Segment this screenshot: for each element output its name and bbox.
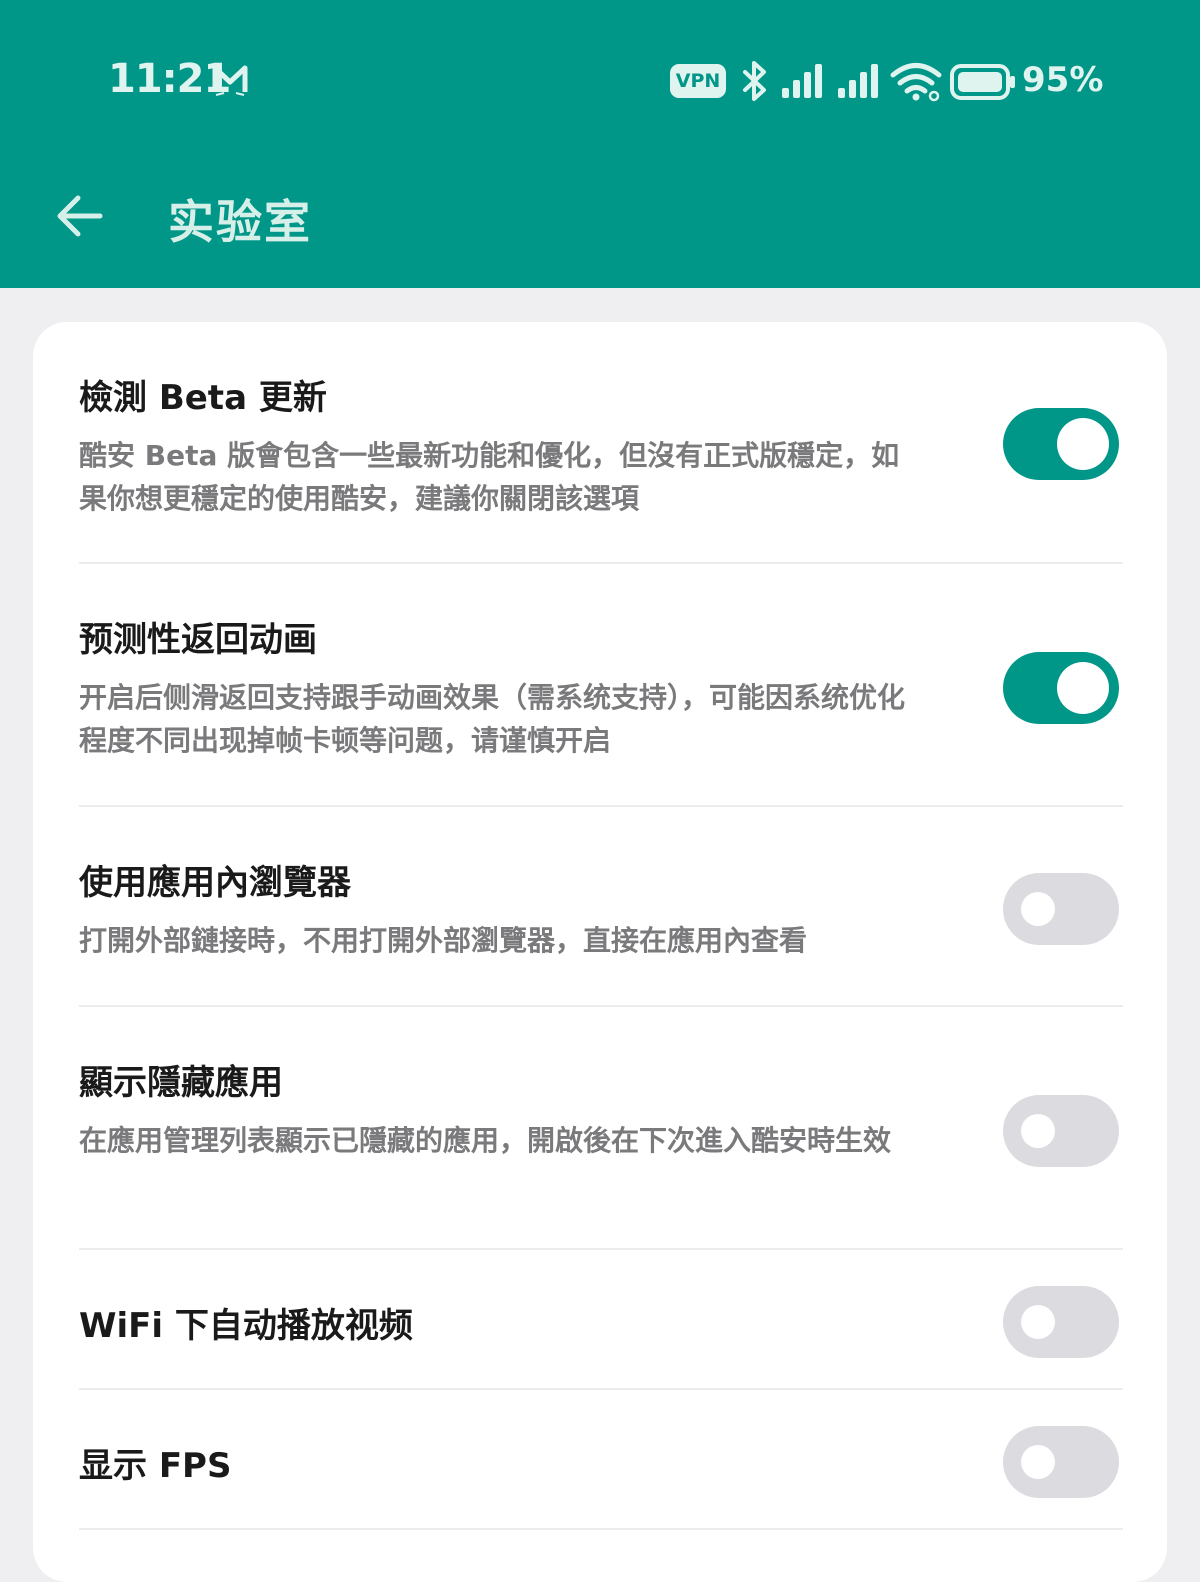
mail-icon — [212, 65, 248, 96]
toggle-knob — [1021, 1445, 1055, 1479]
setting-description: 打開外部鏈接時，不用打開外部瀏覽器，直接在應用內查看 — [79, 924, 808, 957]
page-title: 实验室 — [168, 195, 312, 249]
toggle-knob — [1021, 1114, 1055, 1148]
toggle-knob — [1057, 418, 1109, 470]
signal-icon — [838, 64, 878, 98]
back-button[interactable] — [50, 186, 110, 246]
arrow-left-icon — [57, 195, 103, 237]
signal-icon — [782, 64, 822, 98]
predictive-back-toggle[interactable] — [1003, 652, 1119, 724]
setting-row-predictive-back[interactable]: 预测性返回动画 开启后侧滑返回支持跟手动画效果（需系统支持），可能因系统优化程度… — [33, 564, 1167, 806]
divider — [79, 1528, 1123, 1530]
setting-title: 预测性返回动画 — [79, 620, 317, 660]
show-fps-toggle[interactable] — [1003, 1426, 1119, 1498]
beta-updates-toggle[interactable] — [1003, 408, 1119, 480]
setting-row-show-hidden-apps[interactable]: 顯示隱藏應用 在應用管理列表顯示已隱藏的應用，開啟後在下次進入酷安時生效 — [33, 1007, 1167, 1249]
toggle-knob — [1021, 892, 1055, 926]
battery-icon — [950, 64, 1015, 100]
wifi-icon — [890, 63, 942, 102]
setting-title: WiFi 下自动播放视频 — [79, 1306, 413, 1346]
setting-description: 酷安 Beta 版會包含一些最新功能和優化，但沒有正式版穩定，如果你想更穩定的使… — [79, 439, 900, 515]
setting-row-in-app-browser[interactable]: 使用應用內瀏覽器 打開外部鏈接時，不用打開外部瀏覽器，直接在應用內查看 — [33, 807, 1167, 1007]
setting-row-beta-updates[interactable]: 檢測 Beta 更新 酷安 Beta 版會包含一些最新功能和優化，但沒有正式版穩… — [33, 322, 1167, 564]
bluetooth-icon — [743, 61, 766, 101]
setting-row-show-fps[interactable]: 显示 FPS — [33, 1390, 1167, 1530]
toggle-knob — [1021, 1305, 1055, 1339]
setting-title: 檢測 Beta 更新 — [79, 378, 327, 418]
setting-title: 顯示隱藏應用 — [79, 1063, 283, 1103]
show-hidden-apps-toggle[interactable] — [1003, 1095, 1119, 1167]
toggle-knob — [1057, 662, 1109, 714]
battery-percentage: 95% — [1022, 60, 1104, 100]
settings-card: 檢測 Beta 更新 酷安 Beta 版會包含一些最新功能和優化，但沒有正式版穩… — [33, 322, 1167, 1582]
vpn-icon: VPN — [670, 64, 726, 98]
setting-description: 开启后侧滑返回支持跟手动画效果（需系统支持），可能因系统优化程度不同出现掉帧卡顿… — [79, 681, 906, 757]
setting-description: 在應用管理列表顯示已隱藏的應用，開啟後在下次進入酷安時生效 — [79, 1124, 892, 1157]
wifi-autoplay-toggle[interactable] — [1003, 1286, 1119, 1358]
setting-title: 使用應用內瀏覽器 — [79, 863, 351, 903]
in-app-browser-toggle[interactable] — [1003, 873, 1119, 945]
setting-title: 显示 FPS — [79, 1446, 232, 1486]
setting-row-wifi-autoplay[interactable]: WiFi 下自动播放视频 — [33, 1250, 1167, 1390]
app-header: 11:21 VPN 95% 实验室 — [0, 0, 1200, 288]
